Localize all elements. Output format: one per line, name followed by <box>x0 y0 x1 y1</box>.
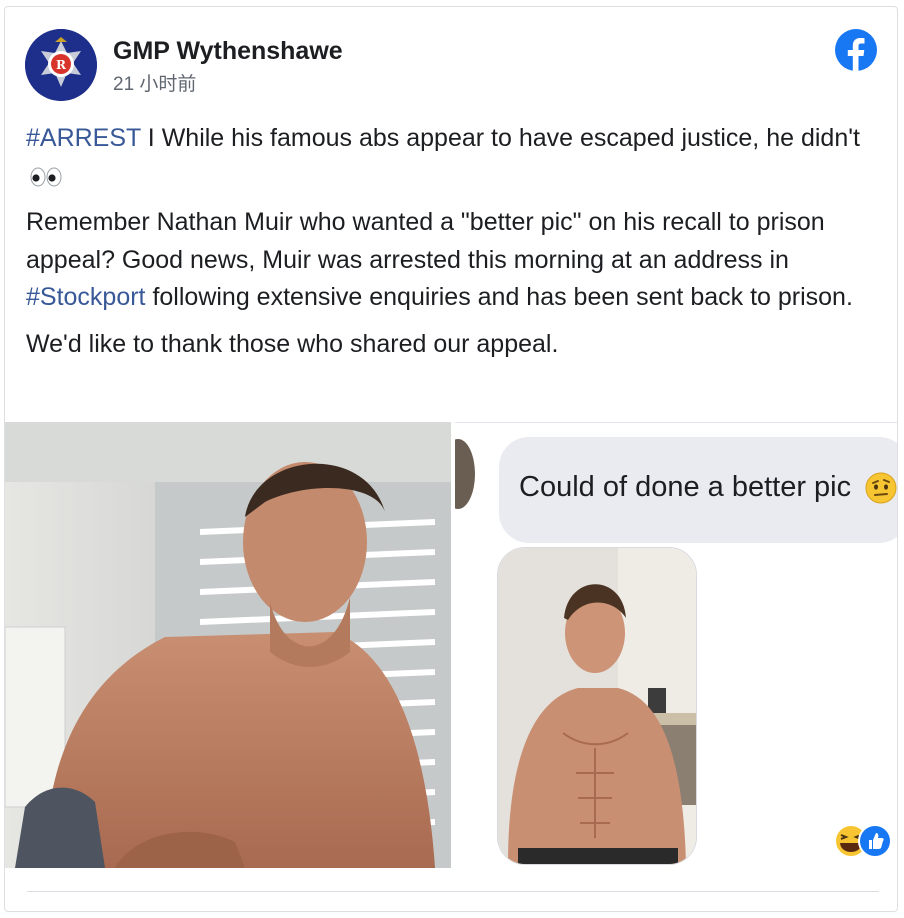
post-message: #ARREST I While his famous abs appear to… <box>26 120 886 372</box>
like-reaction-icon <box>858 824 892 858</box>
post-timestamp[interactable]: 21 小时前 <box>113 69 196 96</box>
post-paragraph-3: We'd like to thank those who shared our … <box>26 329 559 358</box>
chat-message-label: Could of done a better pic <box>519 471 852 503</box>
chat-message-bubble: Could of done a better pic <box>499 437 897 543</box>
post-paragraph-2: Remember Nathan Muir who wanted a "bette… <box>26 204 886 317</box>
post-paragraph-1: #ARREST I While his famous abs appear to… <box>26 120 886 195</box>
message-reactions[interactable] <box>829 821 898 861</box>
hashtag-stockport-link[interactable]: #Stockport <box>26 283 146 311</box>
post-text-line1: I While his famous abs appear to have es… <box>140 124 860 152</box>
facebook-post-card: R GMP Wythenshawe 21 小时前 #ARREST I While… <box>4 6 898 912</box>
police-badge-icon: R <box>25 29 97 101</box>
post-text-para2-start: Remember Nathan Muir who wanted a "bette… <box>26 208 825 274</box>
post-footer-divider <box>27 891 879 892</box>
svg-text:R: R <box>56 58 67 72</box>
chat-message-text: Could of done a better pic <box>519 471 897 504</box>
hashtag-arrest-link[interactable]: #ARREST <box>26 124 141 152</box>
page-avatar[interactable]: R <box>25 29 97 101</box>
post-text-para2-end: following extensive enquiries and has be… <box>145 283 853 311</box>
photo-suspect-room[interactable] <box>5 422 451 868</box>
raised-eyebrow-emoji-icon <box>865 472 897 504</box>
facebook-logo-icon[interactable] <box>835 29 877 71</box>
eyes-emoji-icon <box>30 167 62 187</box>
page-name-link[interactable]: GMP Wythenshawe <box>113 37 343 66</box>
chat-shared-photo <box>497 547 697 865</box>
photo-suspect-illustration <box>5 422 451 868</box>
photo-chat-screenshot[interactable]: Could of done a better pic <box>455 422 898 869</box>
chat-photo-illustration <box>498 548 696 864</box>
chat-sender-avatar <box>455 439 475 509</box>
